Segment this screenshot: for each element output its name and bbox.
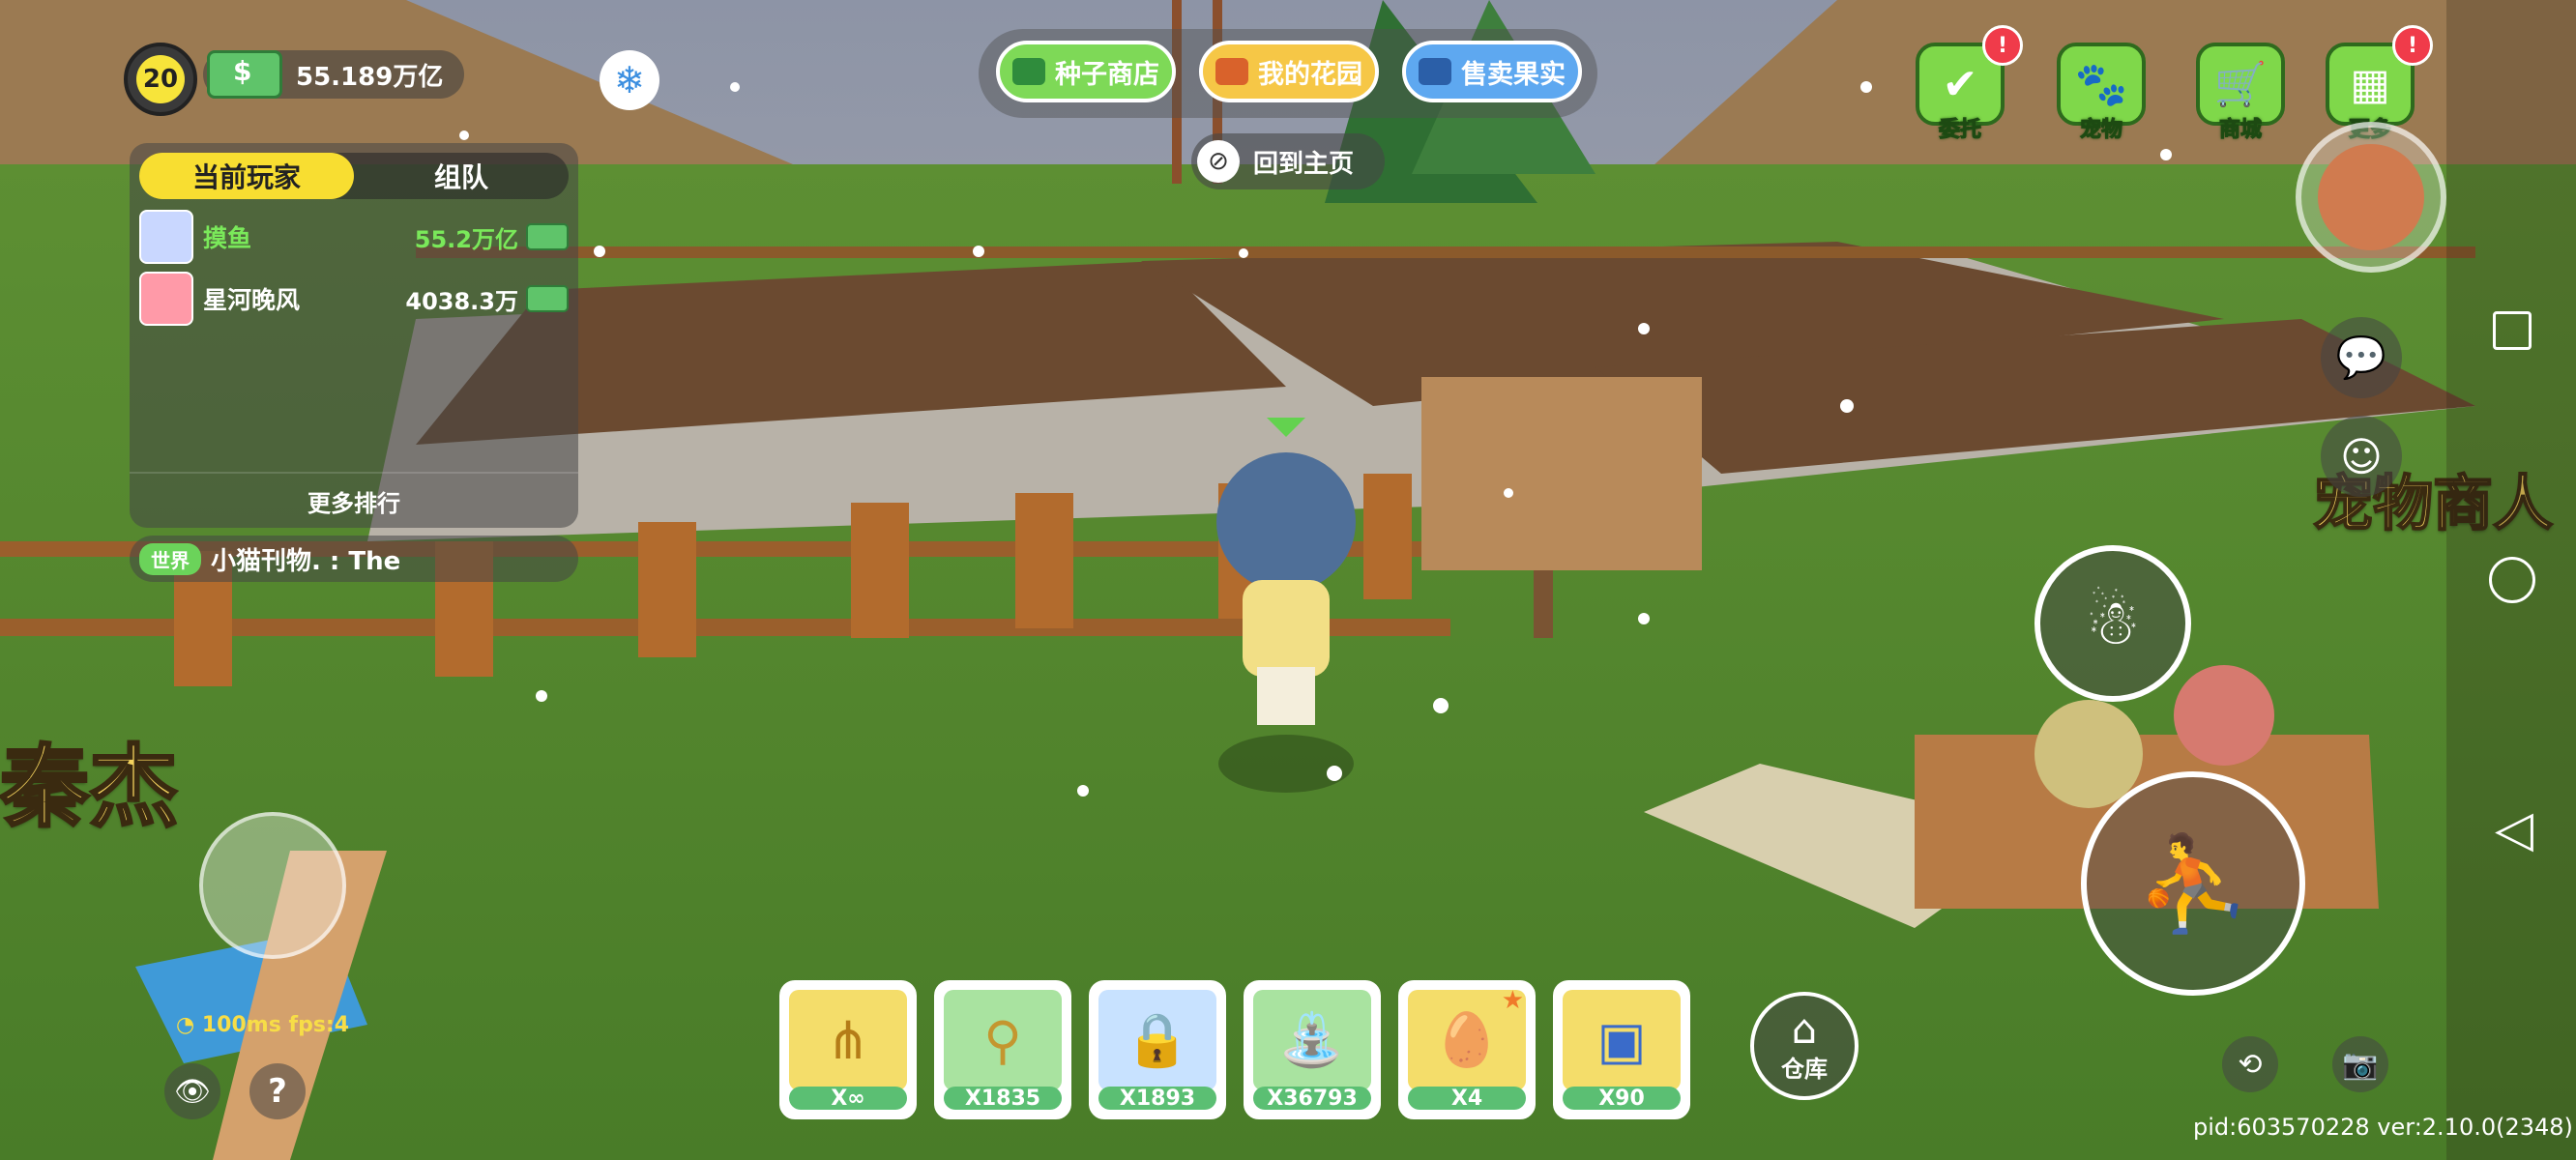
pets-button[interactable]: 🐾 宠物	[2044, 43, 2158, 159]
lock-icon: 🔒	[1098, 990, 1216, 1090]
character-jump-icon: ⛹	[2135, 828, 2251, 938]
leaderboard-row[interactable]: 摸鱼 55.2万亿	[139, 209, 569, 265]
back-triangle-icon[interactable]: ◁	[2495, 800, 2533, 858]
hotbar-slot-pitchfork[interactable]: ⋔ X∞	[779, 980, 917, 1119]
chat-channel-tag: 世界	[139, 542, 201, 575]
camera-icon: 📷	[2342, 1047, 2379, 1082]
chat-message: 小猫刊物. : The	[211, 546, 401, 576]
house-icon	[1215, 58, 1248, 85]
money-display: 55.189万亿	[203, 50, 464, 99]
more-ranking-button[interactable]: 更多排行	[130, 472, 578, 528]
smiley-icon: ☺	[2340, 432, 2383, 480]
hotbar-slot-magnifier[interactable]: ⚲ X1835	[934, 980, 1071, 1119]
avatar	[139, 272, 193, 326]
tab-current-players[interactable]: 当前玩家	[139, 153, 354, 199]
money-bag-icon	[1419, 58, 1451, 85]
rotate-view-icon: ⟲	[2238, 1047, 2263, 1082]
pets-label: 宠物	[2079, 118, 2122, 143]
movement-joystick[interactable]	[199, 812, 346, 959]
magnifier-icon: ⚲	[944, 990, 1062, 1090]
leaderboard-panel: 当前玩家 组队 摸鱼 55.2万亿 星河晚风 4038.3万 更多排行	[130, 143, 578, 528]
leaderboard-tabs: 当前玩家 组队	[139, 153, 569, 199]
commission-button[interactable]: ✔ 委托 !	[1903, 25, 2023, 159]
leaderboard-player-value: 4038.3万	[405, 287, 518, 315]
player-level-badge[interactable]: 20	[124, 43, 197, 116]
item-count: X1835	[944, 1087, 1062, 1111]
leaderboard-player-name: 摸鱼	[203, 224, 252, 252]
leaderboard-player-value: 55.2万亿	[414, 225, 518, 253]
tab-team[interactable]: 组队	[354, 153, 569, 199]
item-count: X90	[1563, 1087, 1681, 1111]
emote-button[interactable]: ☺	[2321, 416, 2402, 497]
version-info: pid:603570228 ver:2.10.0(2348)	[2193, 1114, 2573, 1141]
item-count: X1893	[1098, 1087, 1216, 1111]
back-home-button[interactable]: ⊘ 回到主页	[1191, 133, 1385, 189]
treasure-chest-icon: ▣	[1563, 990, 1681, 1090]
money-amount: 55.189万亿	[296, 62, 444, 92]
chat-preview[interactable]: 世界 小猫刊物. : The	[130, 536, 578, 582]
fps-value: fps:4	[288, 1013, 350, 1037]
cash-icon	[526, 285, 569, 312]
cash-icon	[526, 223, 569, 250]
player-nameplate: 秦杰	[0, 735, 180, 841]
warehouse-icon: ⌂	[1791, 1004, 1818, 1053]
wifi-icon: ◔	[176, 1013, 195, 1037]
cash-icon	[207, 50, 282, 99]
my-garden-button[interactable]: 我的花园	[1199, 41, 1379, 102]
avatar	[139, 210, 193, 264]
hotbar-slot-lock[interactable]: 🔒 X1893	[1089, 980, 1226, 1119]
player-level: 20	[136, 55, 185, 103]
warehouse-button[interactable]: ⌂ 仓库	[1750, 992, 1859, 1100]
warehouse-label: 仓库	[1781, 1055, 1828, 1083]
snowflake-icon: ❄	[614, 59, 645, 102]
item-count: X∞	[789, 1087, 907, 1111]
item-count: X4	[1408, 1087, 1526, 1111]
item-count: X36793	[1253, 1087, 1371, 1111]
star-icon: ★	[1501, 986, 1524, 1015]
network-status: ◔ 100ms fps:4	[176, 1013, 349, 1037]
home-circle-icon[interactable]	[2489, 557, 2535, 603]
dash-action-button[interactable]: ☃	[2034, 545, 2191, 702]
hotbar-slot-watering-can[interactable]: ⛲ X36793	[1244, 980, 1381, 1119]
help-button[interactable]: ?	[249, 1063, 306, 1119]
seed-shop-button[interactable]: 种子商店	[996, 41, 1176, 102]
question-mark-icon: ?	[268, 1072, 287, 1111]
alert-badge: !	[1982, 25, 2023, 66]
visibility-toggle-button[interactable]: 👁	[164, 1063, 220, 1119]
sell-fruit-label: 售卖果实	[1461, 59, 1566, 90]
sell-fruit-button[interactable]: 售卖果实	[1402, 41, 1582, 102]
hotbar-slot-egg[interactable]: 🥚 X4 ★	[1398, 980, 1536, 1119]
pitchfork-icon: ⋔	[789, 990, 907, 1090]
compass-icon: ⊘	[1197, 140, 1240, 183]
view-switch-button[interactable]: ⟲	[2222, 1036, 2278, 1092]
snowflake-weather-button[interactable]: ❄	[600, 50, 659, 110]
fruit-orb-icon	[2318, 144, 2424, 250]
back-home-label: 回到主页	[1253, 149, 1355, 179]
my-garden-label: 我的花园	[1258, 59, 1362, 90]
chat-button[interactable]: 💬	[2321, 317, 2402, 398]
leaderboard-row[interactable]: 星河晚风 4038.3万	[139, 271, 569, 327]
mall-label: 商城	[2218, 118, 2262, 143]
inventory-orb-button[interactable]	[2296, 122, 2446, 273]
mall-button[interactable]: 🛒 商城	[2183, 43, 2298, 159]
watering-can-icon: ⛲	[1253, 990, 1371, 1090]
ping-value: 100ms	[201, 1013, 281, 1037]
commission-label: 委托	[1938, 118, 1981, 143]
seed-shop-label: 种子商店	[1055, 59, 1159, 90]
alert-badge: !	[2392, 25, 2433, 66]
jump-action-button[interactable]: ⛹	[2081, 771, 2305, 996]
eye-icon: 👁	[173, 1074, 212, 1109]
shop-icon	[1012, 58, 1045, 85]
top-navigation: 种子商店 我的花园 售卖果实	[979, 29, 1597, 118]
leaderboard-player-name: 星河晚风	[203, 286, 301, 314]
recent-apps-icon[interactable]	[2493, 311, 2532, 350]
chat-bubble-icon: 💬	[2335, 334, 2387, 381]
system-navigation-bar: ◁	[2446, 0, 2576, 1160]
character-spin-icon: ☃	[2085, 588, 2141, 659]
hotbar-slot-treasure-chest[interactable]: ▣ X90	[1553, 980, 1690, 1119]
screenshot-button[interactable]: 📷	[2332, 1036, 2388, 1092]
